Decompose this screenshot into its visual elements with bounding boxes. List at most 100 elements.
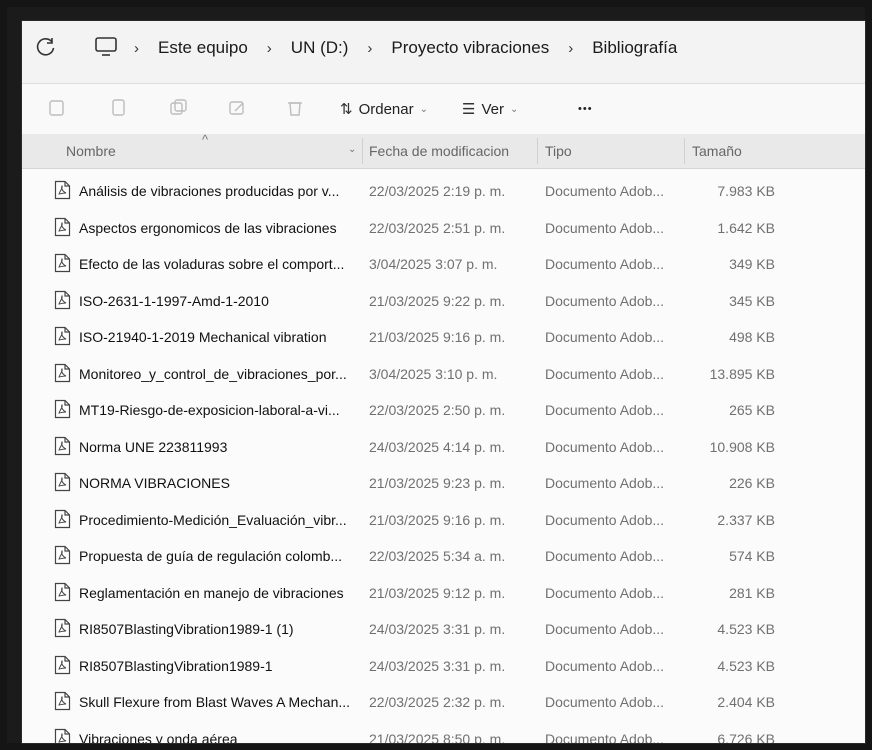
file-size: 10.908 KB bbox=[709, 438, 775, 455]
pdf-file-icon bbox=[54, 728, 71, 743]
file-type: Documento Adob... bbox=[545, 183, 665, 199]
file-row[interactable]: Norma UNE 223811993 24/03/2025 4:14 p. m.… bbox=[22, 429, 865, 466]
sort-button[interactable]: ⇅ Ordenar ⌄ bbox=[340, 97, 428, 121]
breadcrumb-proyecto[interactable]: Proyecto vibraciones bbox=[391, 38, 549, 58]
file-type: Documento Adob... bbox=[545, 256, 665, 272]
breadcrumb-bibliografia[interactable]: Bibliografía bbox=[592, 38, 677, 58]
column-date-header[interactable]: Fecha de modificacion bbox=[369, 143, 509, 159]
file-name: RI8507BlastingVibration1989-1 bbox=[79, 657, 273, 674]
file-row[interactable]: Efecto de las voladuras sobre el comport… bbox=[22, 246, 865, 283]
chevron-right-icon[interactable]: › bbox=[568, 40, 573, 57]
file-size: 2.404 KB bbox=[717, 694, 775, 710]
file-type: Documento Adob... bbox=[545, 511, 665, 528]
file-size: 1.642 KB bbox=[717, 219, 775, 236]
column-type-header[interactable]: Tipo bbox=[545, 143, 572, 159]
file-date: 21/03/2025 9:16 p. m. bbox=[369, 329, 506, 345]
view-button[interactable]: ☰ Ver ⌄ bbox=[462, 97, 518, 121]
pdf-file-icon bbox=[54, 363, 71, 382]
more-options-icon: ••• bbox=[578, 103, 593, 115]
file-row[interactable]: RI8507BlastingVibration1989-1 (1) 24/03/2… bbox=[22, 611, 865, 648]
file-row[interactable]: ISO-2631-1-1997-Amd-1-2010 21/03/2025 9:2… bbox=[22, 283, 865, 320]
file-row[interactable]: Aspectos ergonomicos de las vibraciones 2… bbox=[22, 210, 865, 247]
file-size: 4.523 KB bbox=[717, 657, 775, 674]
file-row[interactable]: RI8507BlastingVibration1989-1 24/03/2025 … bbox=[22, 648, 865, 685]
file-row[interactable]: Propuesta de guía de regulación colomb..… bbox=[22, 538, 865, 575]
view-list-icon: ☰ bbox=[462, 101, 476, 118]
pdf-file-icon bbox=[54, 180, 71, 200]
file-date: 3/04/2025 3:07 p. m. bbox=[369, 256, 498, 272]
file-type: Documento Adob... bbox=[545, 548, 665, 564]
column-name-header[interactable]: Nombre bbox=[66, 143, 116, 159]
breadcrumb-drive[interactable]: UN (D:) bbox=[291, 38, 349, 58]
file-row[interactable]: ISO-21940-1-2019 Mechanical vibration 21/… bbox=[22, 319, 865, 356]
file-size: 6.726 KB bbox=[717, 730, 775, 744]
file-name: Efecto de las voladuras sobre el comport… bbox=[79, 256, 345, 272]
breadcrumb: › Este equipo › UN (D:) › Proyecto vibra… bbox=[134, 35, 677, 61]
column-divider[interactable] bbox=[362, 138, 363, 164]
file-row[interactable]: Skull Flexure from Blast Waves A Mechan.… bbox=[22, 684, 865, 721]
file-type: Documento Adob... bbox=[545, 365, 665, 382]
pdf-file-icon bbox=[54, 691, 71, 711]
file-date: 22/03/2025 2:50 p. m. bbox=[369, 402, 506, 418]
chevron-right-icon[interactable]: › bbox=[367, 40, 372, 57]
cut-icon[interactable] bbox=[108, 98, 130, 118]
pdf-file-icon bbox=[54, 326, 71, 346]
file-size: 349 KB bbox=[729, 256, 775, 272]
file-date: 21/03/2025 9:12 p. m. bbox=[369, 584, 506, 601]
refresh-icon[interactable] bbox=[35, 36, 57, 58]
file-name: Monitoreo_y_control_de_vibraciones_por..… bbox=[79, 365, 347, 382]
file-row[interactable]: NORMA VIBRACIONES 21/03/2025 9:23 p. m. Do… bbox=[22, 465, 865, 502]
file-size: 7.983 KB bbox=[717, 183, 775, 199]
file-date: 21/03/2025 9:16 p. m. bbox=[369, 511, 506, 528]
pdf-file-icon bbox=[54, 290, 71, 309]
pdf-file-icon bbox=[54, 399, 71, 419]
file-name: Aspectos ergonomicos de las vibraciones bbox=[79, 219, 337, 236]
file-date: 3/04/2025 3:10 p. m. bbox=[369, 365, 498, 382]
rename-icon[interactable] bbox=[226, 98, 248, 118]
address-bar: › Este equipo › UN (D:) › Proyecto vibra… bbox=[22, 21, 865, 84]
breadcrumb-este-equipo[interactable]: Este equipo bbox=[158, 38, 248, 58]
sort-ascending-icon: ^ bbox=[202, 132, 209, 147]
file-type: Documento Adob... bbox=[545, 584, 665, 601]
file-row[interactable]: Procedimiento-Medición_Evaluación_vibr..… bbox=[22, 502, 865, 539]
file-date: 22/03/2025 5:34 a. m. bbox=[369, 548, 506, 564]
command-bar: ⇅ Ordenar ⌄ ☰ Ver ⌄ ••• bbox=[22, 84, 865, 134]
new-item-icon[interactable] bbox=[46, 98, 68, 118]
file-type: Documento Adob... bbox=[545, 694, 665, 710]
file-row[interactable]: Reglamentación en manejo de vibraciones 2… bbox=[22, 575, 865, 612]
file-name: ISO-2631-1-1997-Amd-1-2010 bbox=[79, 292, 269, 309]
file-row[interactable]: Vibraciones y onda aérea 21/03/2025 8:50 … bbox=[22, 721, 865, 744]
copy-icon[interactable] bbox=[167, 98, 189, 118]
chevron-down-icon[interactable]: ⌄ bbox=[348, 144, 356, 155]
column-divider[interactable] bbox=[537, 138, 538, 164]
pdf-file-icon bbox=[54, 509, 71, 528]
file-size: 4.523 KB bbox=[717, 621, 775, 637]
file-name: Norma UNE 223811993 bbox=[79, 438, 228, 455]
chevron-right-icon[interactable]: › bbox=[267, 40, 272, 57]
file-row[interactable]: Monitoreo_y_control_de_vibraciones_por..… bbox=[22, 356, 865, 393]
pdf-file-icon bbox=[54, 472, 71, 492]
delete-icon[interactable] bbox=[284, 98, 306, 118]
file-date: 22/03/2025 2:32 p. m. bbox=[369, 694, 506, 710]
file-date: 24/03/2025 3:31 p. m. bbox=[369, 621, 506, 637]
column-divider[interactable] bbox=[684, 138, 685, 164]
computer-icon[interactable] bbox=[94, 36, 118, 58]
file-date: 21/03/2025 9:23 p. m. bbox=[369, 475, 506, 491]
file-size: 2.337 KB bbox=[717, 511, 775, 528]
chevron-right-icon[interactable]: › bbox=[134, 40, 139, 57]
file-row[interactable]: MT19-Riesgo-de-exposicion-laboral-a-vi..… bbox=[22, 392, 865, 429]
file-name: ISO-21940-1-2019 Mechanical vibration bbox=[79, 329, 327, 345]
file-size: 13.895 KB bbox=[709, 365, 775, 382]
file-list: Análisis de vibraciones producidas por v… bbox=[22, 173, 865, 744]
chevron-down-icon: ⌄ bbox=[419, 103, 428, 115]
file-size: 498 KB bbox=[729, 329, 775, 345]
file-name: Reglamentación en manejo de vibraciones bbox=[79, 584, 344, 601]
more-options-button[interactable]: ••• bbox=[578, 97, 593, 121]
file-type: Documento Adob... bbox=[545, 657, 665, 674]
sort-icon: ⇅ bbox=[340, 101, 353, 118]
file-row[interactable]: Análisis de vibraciones producidas por v… bbox=[22, 173, 865, 210]
file-type: Documento Adob... bbox=[545, 402, 665, 418]
file-size: 265 KB bbox=[729, 402, 775, 418]
pdf-file-icon bbox=[54, 655, 71, 674]
column-size-header[interactable]: Tamaño bbox=[692, 143, 742, 159]
